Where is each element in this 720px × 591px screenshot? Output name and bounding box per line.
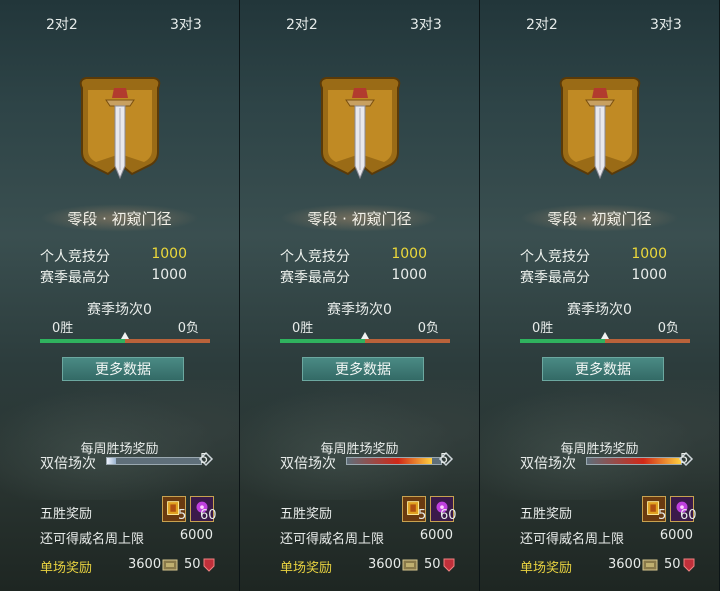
losses-count: 0负	[657, 321, 679, 336]
personal-score-label: 个人竞技分	[40, 249, 110, 265]
more-data-button[interactable]: 更多数据	[542, 357, 664, 381]
more-data-button[interactable]: 更多数据	[302, 357, 424, 381]
personal-score-label: 个人竞技分	[280, 249, 350, 265]
tab-2v2[interactable]: 2对2	[46, 14, 78, 34]
weekly-limit-value: 6000	[419, 528, 453, 543]
rank-banner-sword-icon	[79, 77, 161, 180]
weekly-limit-label: 还可得威名周上限	[40, 532, 145, 547]
season-high-label: 赛季最高分	[280, 270, 350, 286]
single-reward-token-value: 50	[184, 557, 201, 572]
losses-count: 0负	[177, 321, 199, 336]
rank-banner-sword-icon	[559, 77, 641, 180]
reward-item-purple-count: 60	[200, 508, 217, 523]
season-matches: 赛季场次0	[87, 302, 152, 318]
double-progress-bar	[346, 457, 442, 465]
double-count-label: 双倍场次	[520, 456, 576, 472]
weekly-limit-label: 还可得威名周上限	[520, 532, 625, 547]
rank-title: 零段 · 初窥门径	[307, 210, 412, 228]
ratio-marker	[121, 332, 129, 339]
wins-bar	[280, 339, 365, 343]
tab-3v3[interactable]: 3对3	[150, 0, 222, 44]
double-progress-fill	[587, 458, 681, 464]
fame-coin-icon	[642, 559, 658, 571]
single-match-reward-label: 单场奖励	[40, 561, 93, 576]
rank-title: 零段 · 初窥门径	[67, 210, 172, 228]
ratio-marker	[601, 332, 609, 339]
wins-count: 0胜	[532, 321, 554, 336]
season-matches: 赛季场次0	[567, 302, 632, 318]
season-high-label: 赛季最高分	[520, 270, 590, 286]
pvp-panel: 2对2 3对3 零段 · 初窥门径 个人竞技分 1000 赛季最高分 1000 …	[480, 0, 720, 591]
rank-banner-sword-icon	[319, 77, 401, 180]
double-count-label: 双倍场次	[280, 456, 336, 472]
tab-3v3[interactable]: 3对3	[630, 0, 702, 44]
double-count-value: 5	[200, 452, 209, 467]
season-high-value: 1000	[631, 267, 667, 283]
double-count-label: 双倍场次	[40, 456, 96, 472]
double-progress-fill	[107, 458, 117, 464]
season-high-value: 1000	[391, 267, 427, 283]
red-shield-icon	[203, 558, 215, 572]
season-high-value: 1000	[151, 267, 187, 283]
reward-item-purple-count: 60	[440, 508, 457, 523]
reward-item-purple-count: 60	[680, 508, 697, 523]
five-win-reward-label: 五胜奖励	[280, 507, 333, 522]
mode-tabs: 2对2 3对3	[0, 0, 239, 60]
single-reward-fame-value: 3600	[128, 557, 162, 572]
pvp-panel: 2对2 3对3 零段 · 初窥门径 个人竞技分 1000 赛季最高分 1000 …	[240, 0, 480, 591]
mode-tabs: 2对2 3对3	[240, 0, 479, 60]
double-progress-fill	[347, 458, 432, 464]
personal-score-value: 1000	[631, 246, 667, 262]
reward-item-gold-count: 5	[178, 508, 187, 523]
tab-3v3[interactable]: 3对3	[390, 0, 462, 44]
five-win-reward-label: 五胜奖励	[520, 507, 573, 522]
double-progress-bar	[586, 457, 682, 465]
single-reward-fame-value: 3600	[608, 557, 642, 572]
weekly-limit-value: 6000	[659, 528, 693, 543]
personal-score-label: 个人竞技分	[520, 249, 590, 265]
weekly-limit-label: 还可得威名周上限	[280, 532, 385, 547]
single-match-reward-label: 单场奖励	[280, 561, 333, 576]
fame-coin-icon	[162, 559, 178, 571]
double-progress-bar	[106, 457, 202, 465]
losses-bar	[125, 339, 210, 343]
single-reward-fame-value: 3600	[368, 557, 402, 572]
personal-score-value: 1000	[391, 246, 427, 262]
double-count-value: 5	[440, 452, 449, 467]
red-shield-icon	[683, 558, 695, 572]
wins-count: 0胜	[52, 321, 74, 336]
fame-coin-icon	[402, 559, 418, 571]
losses-bar	[605, 339, 690, 343]
more-data-button[interactable]: 更多数据	[62, 357, 184, 381]
wins-bar	[520, 339, 605, 343]
win-loss-bar	[520, 332, 690, 343]
weekly-limit-value: 6000	[179, 528, 213, 543]
losses-bar	[365, 339, 450, 343]
personal-score-value: 1000	[151, 246, 187, 262]
rank-title: 零段 · 初窥门径	[547, 210, 652, 228]
red-shield-icon	[443, 558, 455, 572]
win-loss-bar	[40, 332, 210, 343]
single-match-reward-label: 单场奖励	[520, 561, 573, 576]
pvp-panel: 2对2 3对3 零段 · 初窥门径 个人竞技分 1000 赛季最高分 1000 …	[0, 0, 240, 591]
season-high-label: 赛季最高分	[40, 270, 110, 286]
win-loss-bar	[280, 332, 450, 343]
mode-tabs: 2对2 3对3	[480, 0, 719, 60]
tab-2v2[interactable]: 2对2	[526, 14, 558, 34]
losses-count: 0负	[417, 321, 439, 336]
double-count-value: 5	[680, 452, 689, 467]
reward-item-gold-count: 5	[418, 508, 427, 523]
season-matches: 赛季场次0	[327, 302, 392, 318]
single-reward-token-value: 50	[424, 557, 441, 572]
wins-bar	[40, 339, 125, 343]
wins-count: 0胜	[292, 321, 314, 336]
tab-2v2[interactable]: 2对2	[286, 14, 318, 34]
reward-item-gold-count: 5	[658, 508, 667, 523]
five-win-reward-label: 五胜奖励	[40, 507, 93, 522]
single-reward-token-value: 50	[664, 557, 681, 572]
ratio-marker	[361, 332, 369, 339]
